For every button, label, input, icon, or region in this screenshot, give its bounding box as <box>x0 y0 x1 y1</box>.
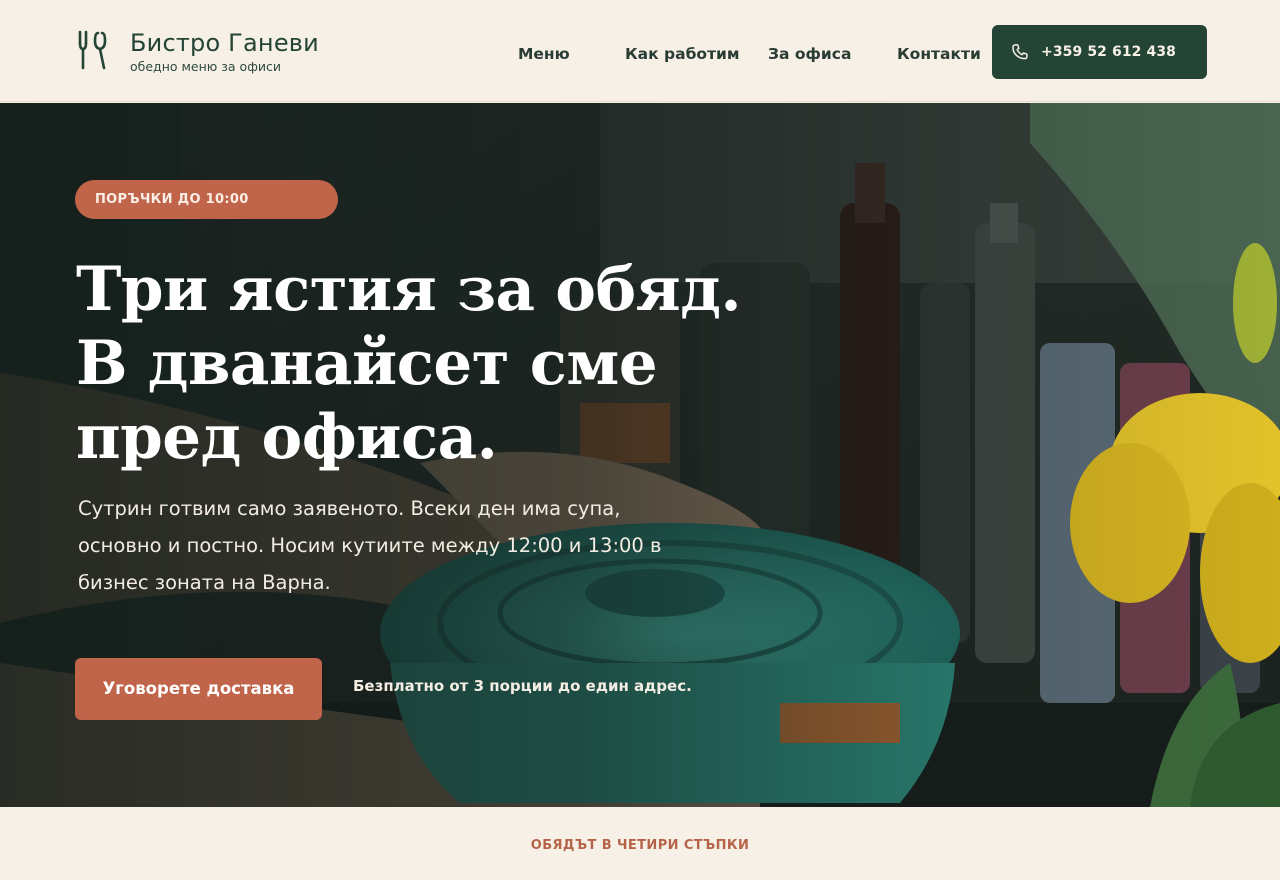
hero-description: Сутрин готвим само заявеното. Всеки ден … <box>78 490 698 601</box>
fork-spoon-icon <box>78 30 107 70</box>
nav-link-for-office[interactable]: За офиса <box>768 44 851 64</box>
nav-link-menu[interactable]: Меню <box>518 44 570 64</box>
brand-name: Бистро Ганеви <box>130 29 319 57</box>
hero-description-line: основно и постно. Носим кутиите между 12… <box>78 534 662 557</box>
hero-headline-line: В дванайсет сме <box>76 328 658 399</box>
arrange-delivery-button[interactable]: Уговорете доставка <box>75 658 322 720</box>
orders-deadline-badge: ПОРЪЧКИ ДО 10:00 <box>75 180 338 219</box>
hero-headline-line: пред офиса. <box>76 402 498 473</box>
site-header: Бистро Ганеви обедно меню за офиси Меню … <box>0 0 1280 102</box>
free-delivery-note: Безплатно от 3 порции до един адрес. <box>353 677 692 695</box>
nav-link-how-we-work[interactable]: Как работим <box>625 44 740 64</box>
hero-headline: Три ястия за обяд. В дванайсет сме пред … <box>76 253 776 475</box>
steps-section-eyebrow: ОБЯДЪТ В ЧЕТИРИ СТЪПКИ <box>530 838 750 853</box>
phone-icon <box>1012 44 1028 60</box>
hero-description-line: Сутрин готвим само заявеното. Всеки ден … <box>78 497 621 520</box>
nav-link-contacts[interactable]: Контакти <box>897 44 981 64</box>
brand-tagline: обедно меню за офиси <box>130 59 282 74</box>
hero-section: ПОРЪЧКИ ДО 10:00 Три ястия за обяд. В дв… <box>0 103 1280 807</box>
brand-logo[interactable]: Бистро Ганеви обедно меню за офиси <box>76 28 319 75</box>
phone-button[interactable]: +359 52 612 438 <box>992 25 1207 79</box>
hero-description-line: бизнес зоната на Варна. <box>78 571 331 594</box>
phone-number: +359 52 612 438 <box>1041 44 1177 60</box>
hero-headline-line: Три ястия за обяд. <box>76 254 742 325</box>
